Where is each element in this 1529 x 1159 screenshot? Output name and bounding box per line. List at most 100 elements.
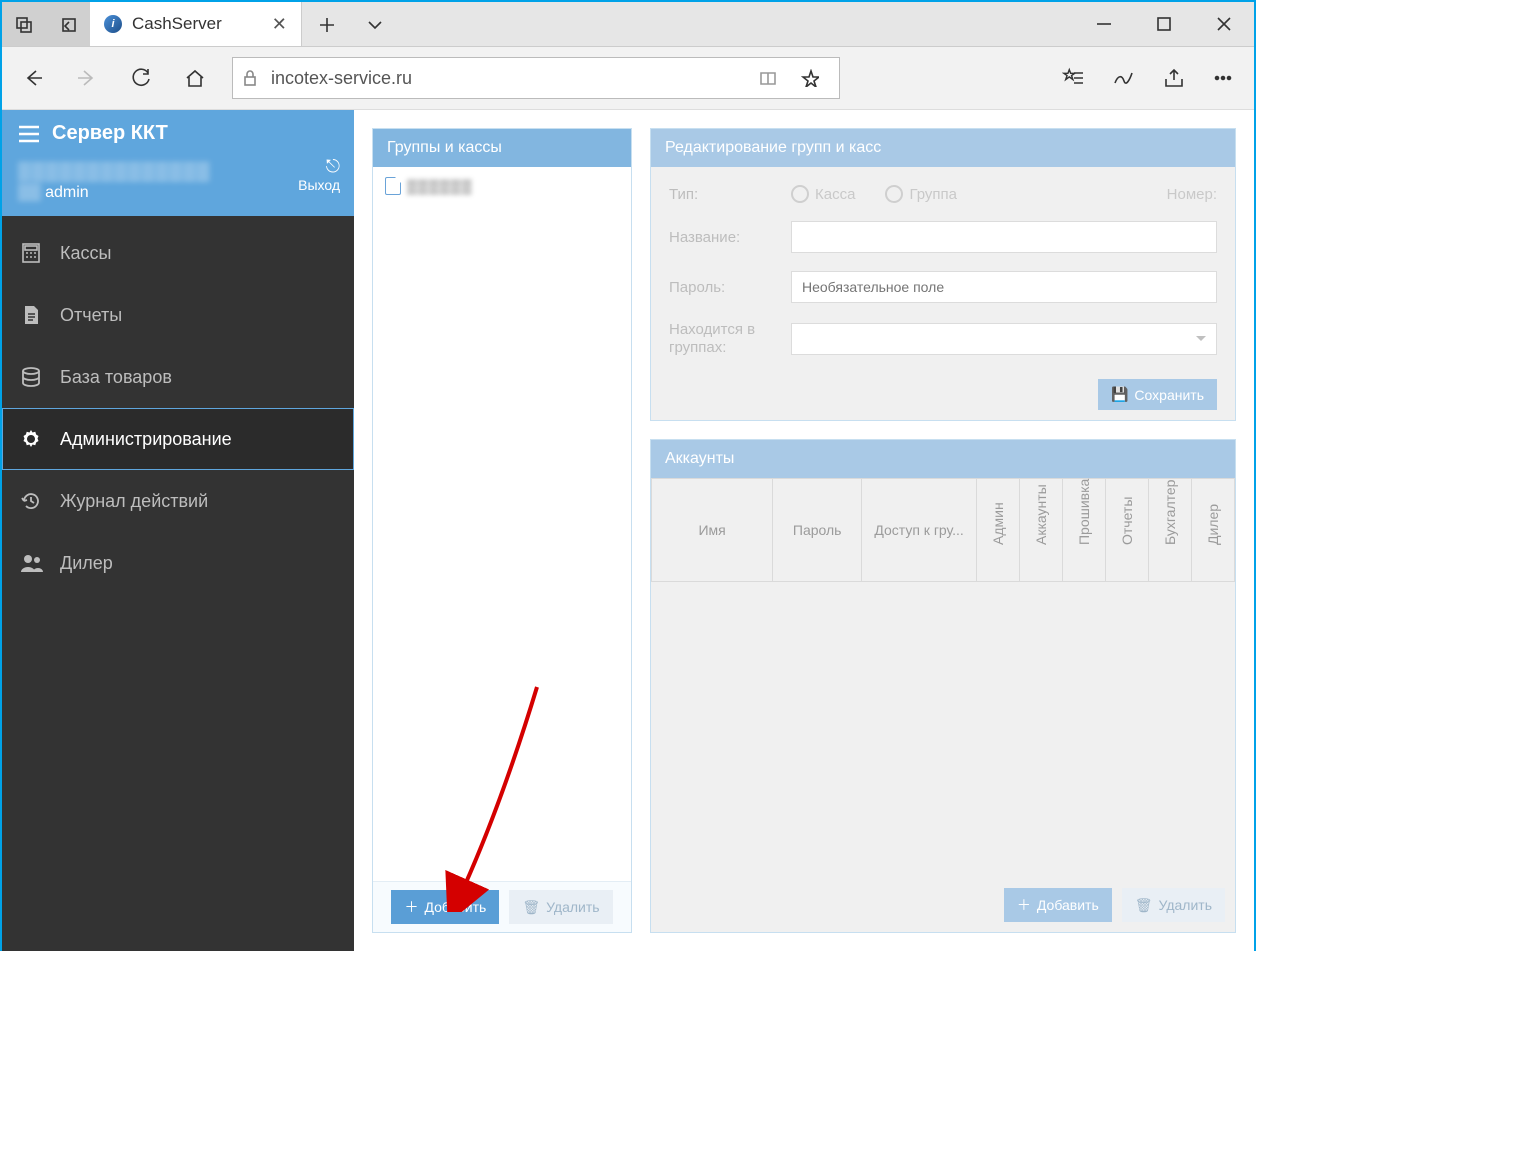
in-groups-select[interactable] <box>791 323 1217 355</box>
sidebar-header: Сервер ККТ <box>2 110 354 157</box>
name-label: Название: <box>669 229 779 246</box>
lock-icon <box>241 69 259 87</box>
sidebar-item-label: База товаров <box>60 367 172 388</box>
col-accounts: Аккаунты <box>1019 479 1062 582</box>
col-name: Имя <box>652 479 773 582</box>
sidebar-user: ⎋ Выход ▒▒▒▒▒▒▒▒▒▒▒▒▒▒ ▒▒ admin <box>2 157 354 216</box>
set-tabs-aside-icon[interactable] <box>46 2 90 46</box>
sidebar-item-label: Администрирование <box>60 429 232 450</box>
panel-groups-footer: ＋ Добавить 🗑 Удалить <box>373 881 631 932</box>
tabs-aside-icon[interactable] <box>2 2 46 46</box>
col-password: Пароль <box>773 479 862 582</box>
favorite-star-icon[interactable] <box>801 69 831 87</box>
sidebar-item-label: Дилер <box>60 553 113 574</box>
accounts-add-button[interactable]: ＋ Добавить <box>1004 888 1112 922</box>
tree-root-item[interactable]: ▒▒▒▒▒▒ <box>385 177 619 195</box>
notes-icon[interactable] <box>1098 54 1148 102</box>
panel-edit: Редактирование групп и касс Тип: Касса Г… <box>650 128 1236 421</box>
type-label: Тип: <box>669 186 779 203</box>
col-dealer: Дилер <box>1191 479 1234 582</box>
radio-group[interactable]: Группа <box>885 185 957 203</box>
share-icon[interactable] <box>1148 54 1198 102</box>
col-firmware: Прошивка <box>1062 479 1105 582</box>
save-button[interactable]: 💾 Сохранить <box>1098 379 1217 410</box>
logout-label: Выход <box>298 177 340 193</box>
logout-icon: ⎋ <box>298 157 340 175</box>
save-icon: 💾 <box>1111 386 1128 403</box>
button-label: Удалить <box>1159 897 1212 913</box>
browser-tab-strip: i CashServer ✕ <box>2 2 1254 47</box>
reading-view-icon[interactable] <box>759 69 789 87</box>
panel-groups: Группы и кассы ▒▒▒▒▒▒ ＋ Добавить 🗑 Удали… <box>372 128 632 933</box>
sidebar-item-products[interactable]: База товаров <box>2 346 354 408</box>
trash-icon: 🗑 <box>522 899 540 916</box>
user-role: ▒▒ admin <box>18 184 338 202</box>
accounts-empty-area <box>651 582 1235 878</box>
password-input[interactable] <box>791 271 1217 303</box>
accounts-body: Имя Пароль Доступ к гру... Админ Аккаунт… <box>651 478 1235 932</box>
button-label: Сохранить <box>1134 387 1204 403</box>
browser-toolbar: incotex-service.ru <box>2 47 1254 110</box>
browser-tab[interactable]: i CashServer ✕ <box>90 2 302 46</box>
number-label: Номер: <box>1167 186 1217 203</box>
sidebar-nav: Кассы Отчеты База товаров Администрирова… <box>2 216 354 951</box>
row-in-groups: Находится в группах: <box>669 321 1217 357</box>
radio-label: Группа <box>909 186 957 203</box>
tree-item-label: ▒▒▒▒▒▒ <box>407 178 473 194</box>
sidebar-item-dealer[interactable]: Дилер <box>2 532 354 594</box>
tab-title: CashServer <box>132 14 222 34</box>
edit-form-actions: 💾 Сохранить <box>669 375 1217 410</box>
groups-tree[interactable]: ▒▒▒▒▒▒ <box>373 167 631 881</box>
sidebar-item-admin[interactable]: Администрирование <box>2 408 354 470</box>
radio-icon <box>791 185 809 203</box>
back-button[interactable] <box>8 54 58 102</box>
window-close-button[interactable] <box>1194 2 1254 46</box>
content-area: Группы и кассы ▒▒▒▒▒▒ ＋ Добавить 🗑 Удали… <box>354 110 1254 951</box>
row-name: Название: <box>669 221 1217 253</box>
sidebar-item-kassy[interactable]: Кассы <box>2 222 354 284</box>
sidebar-item-log[interactable]: Журнал действий <box>2 470 354 532</box>
user-name-masked: ▒▒▒▒▒▒▒▒▒▒▒▒▒▒ <box>18 161 211 182</box>
sidebar: Сервер ККТ ⎋ Выход ▒▒▒▒▒▒▒▒▒▒▒▒▒▒ ▒▒ adm… <box>2 110 354 951</box>
accounts-footer: ＋ Добавить 🗑 Удалить <box>651 878 1235 932</box>
hamburger-icon[interactable] <box>18 125 40 143</box>
new-tab-button[interactable] <box>302 15 350 33</box>
groups-add-button[interactable]: ＋ Добавить <box>391 890 499 924</box>
tab-dropdown-icon[interactable] <box>350 15 398 33</box>
app-body: Сервер ККТ ⎋ Выход ▒▒▒▒▒▒▒▒▒▒▒▒▒▒ ▒▒ adm… <box>2 110 1254 951</box>
more-icon[interactable] <box>1198 54 1248 102</box>
row-type: Тип: Касса Группа Номер: <box>669 185 1217 203</box>
tab-strip-after <box>302 2 398 46</box>
radio-kassa[interactable]: Касса <box>791 185 855 203</box>
window-minimize-button[interactable] <box>1074 2 1134 46</box>
panel-edit-title: Редактирование групп и касс <box>651 129 1235 167</box>
col-admin: Админ <box>976 479 1019 582</box>
col-accountant: Бухгалтер <box>1148 479 1191 582</box>
sidebar-item-reports[interactable]: Отчеты <box>2 284 354 346</box>
radio-icon <box>885 185 903 203</box>
password-label: Пароль: <box>669 279 779 296</box>
plus-icon: ＋ <box>404 897 418 917</box>
address-bar[interactable]: incotex-service.ru <box>232 57 840 99</box>
home-button[interactable] <box>170 54 220 102</box>
url-text: incotex-service.ru <box>271 68 747 89</box>
name-input[interactable] <box>791 221 1217 253</box>
app-title: Сервер ККТ <box>52 122 168 145</box>
tab-close-icon[interactable]: ✕ <box>272 14 287 35</box>
col-access: Доступ к гру... <box>862 479 977 582</box>
history-icon <box>20 490 44 512</box>
screen: i CashServer ✕ incotex-service.ru <box>0 0 1256 951</box>
sidebar-item-label: Кассы <box>60 243 111 264</box>
window-maximize-button[interactable] <box>1134 2 1194 46</box>
forward-button[interactable] <box>62 54 112 102</box>
refresh-button[interactable] <box>116 54 166 102</box>
toolbar-right <box>1048 54 1248 102</box>
logout-button[interactable]: ⎋ Выход <box>298 157 340 193</box>
favorites-list-icon[interactable] <box>1048 54 1098 102</box>
tab-actions-group <box>2 2 90 46</box>
groups-delete-button[interactable]: 🗑 Удалить <box>509 890 612 924</box>
button-label: Удалить <box>546 899 599 915</box>
accounts-delete-button[interactable]: 🗑 Удалить <box>1122 888 1225 922</box>
edit-form: Тип: Касса Группа Номер: Название: Парол… <box>651 167 1235 420</box>
calculator-icon <box>20 242 44 264</box>
